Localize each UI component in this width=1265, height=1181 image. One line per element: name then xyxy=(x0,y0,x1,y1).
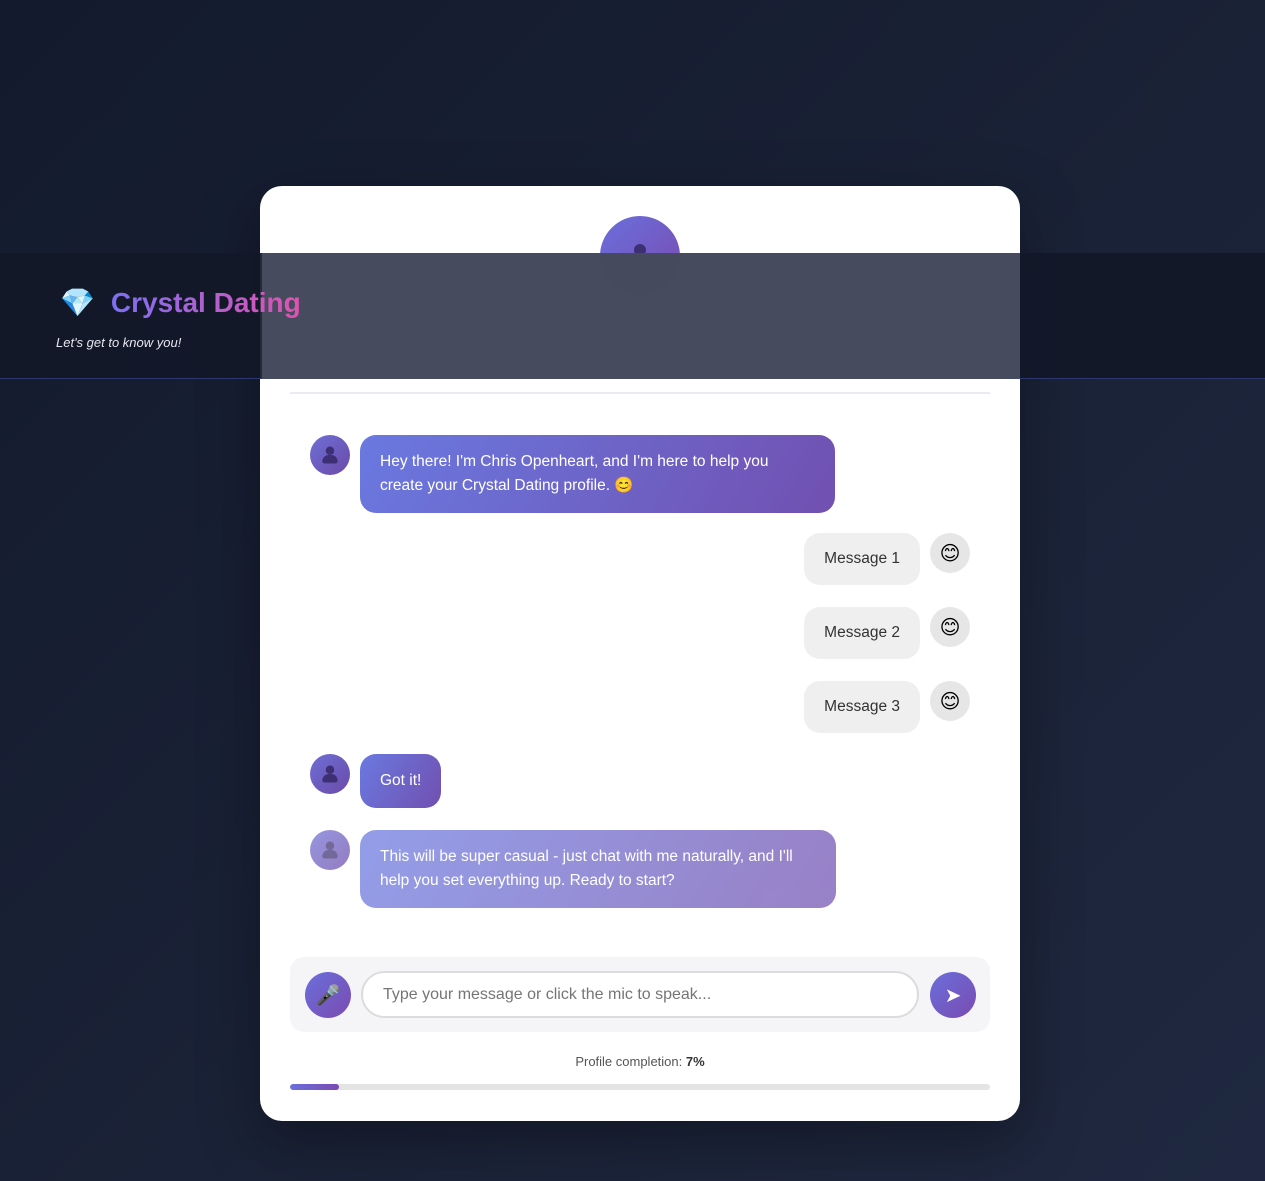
user-avatar: 😊 xyxy=(930,533,970,573)
header-overlay xyxy=(262,253,1020,379)
message-bot: Hey there! I'm Chris Openheart, and I'm … xyxy=(310,435,835,513)
user-avatar: 😊 xyxy=(930,681,970,721)
brand[interactable]: 💎 Crystal Dating xyxy=(60,287,301,319)
bot-message-bubble: This will be super casual - just chat wi… xyxy=(360,830,836,908)
person-icon xyxy=(321,446,340,465)
profile-completion-label: Profile completion: 7% xyxy=(260,1054,1020,1069)
mic-button[interactable]: 🎤 xyxy=(305,972,351,1018)
message-user: Message 3 😊 xyxy=(804,681,970,733)
message-bot: Got it! xyxy=(310,754,442,808)
person-icon xyxy=(321,765,340,784)
user-message-bubble: Message 1 xyxy=(804,533,920,585)
user-message-bubble: Message 2 xyxy=(804,607,920,659)
app-title: Crystal Dating xyxy=(110,287,301,318)
person-icon xyxy=(321,841,340,860)
bot-avatar xyxy=(310,830,350,870)
bot-message-bubble: Got it! xyxy=(360,754,442,808)
user-avatar: 😊 xyxy=(930,607,970,647)
bot-message-bubble: Hey there! I'm Chris Openheart, and I'm … xyxy=(360,435,835,513)
user-message-bubble: Message 3 xyxy=(804,681,920,733)
tagline: Let's get to know you! xyxy=(56,335,182,350)
bot-avatar xyxy=(310,754,350,794)
bot-avatar xyxy=(310,435,350,475)
gem-icon: 💎 xyxy=(60,286,95,319)
message-user: Message 2 😊 xyxy=(804,607,970,659)
message-input-bar: 🎤 ➤ xyxy=(290,957,990,1032)
send-button[interactable]: ➤ xyxy=(930,972,976,1018)
message-input[interactable] xyxy=(361,971,919,1018)
profile-completion-bar xyxy=(290,1084,990,1090)
microphone-icon: 🎤 xyxy=(315,983,341,1007)
send-arrow-icon: ➤ xyxy=(944,983,962,1007)
message-user: Message 1 😊 xyxy=(804,533,970,585)
message-bot: This will be super casual - just chat wi… xyxy=(310,830,836,908)
header-divider xyxy=(290,392,990,394)
profile-completion-fill xyxy=(290,1084,339,1090)
profile-completion-value: 7% xyxy=(685,1054,705,1069)
profile-completion-text: Profile completion: xyxy=(575,1054,686,1069)
